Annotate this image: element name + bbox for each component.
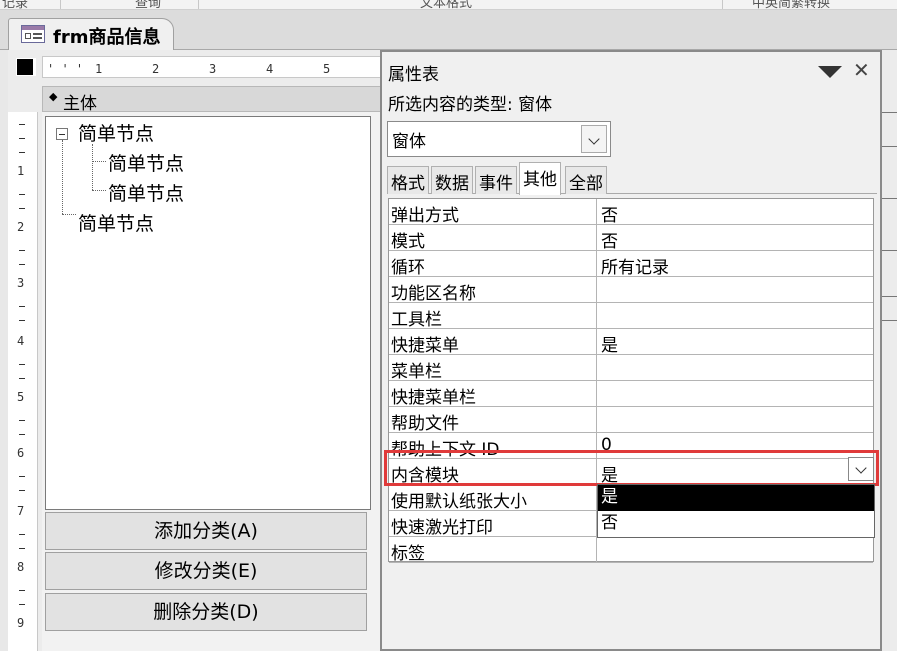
section-arrow-icon: ◆ bbox=[49, 90, 58, 103]
property-name: 工具栏 bbox=[391, 310, 442, 330]
chevron-down-icon bbox=[588, 133, 600, 145]
property-row[interactable]: 帮助文件 bbox=[389, 407, 873, 434]
add-category-button[interactable]: 添加分类(A) bbox=[45, 512, 367, 550]
form-design-surface: ' ' ' 1 2 3 4 5 ◆ 主体 1 2 3 4 5 6 7 8 9 简… bbox=[8, 50, 384, 651]
property-sheet-title: 属性表 bbox=[388, 65, 439, 85]
edit-category-button[interactable]: 修改分类(E) bbox=[45, 552, 367, 590]
ruler-tick: 4 bbox=[266, 62, 274, 76]
section-label: 主体 bbox=[63, 94, 97, 114]
close-icon[interactable]: ✕ bbox=[853, 58, 870, 82]
background-form-edge bbox=[882, 50, 897, 651]
property-name: 菜单栏 bbox=[391, 362, 442, 382]
property-tabs: 格式 数据 事件 其他 全部 bbox=[387, 162, 877, 195]
tree-node[interactable]: 简单节点 bbox=[78, 209, 154, 236]
ruler-tick: 6 bbox=[17, 446, 25, 460]
ribbon-separator bbox=[60, 0, 61, 9]
ruler-tick: 5 bbox=[17, 390, 25, 404]
ribbon-strip: 记录 查询 文本格式 中英简繁转换 bbox=[0, 0, 897, 10]
chevron-down-icon bbox=[855, 462, 867, 474]
object-select-dropdown-button[interactable] bbox=[581, 125, 607, 153]
form-selector[interactable] bbox=[16, 58, 36, 76]
document-tab-bar: frm商品信息 bbox=[0, 10, 897, 50]
tree-view-control[interactable]: 简单节点 简单节点 简单节点 简单节点 bbox=[45, 116, 371, 510]
property-row[interactable]: 快捷菜单栏 bbox=[389, 381, 873, 408]
property-value[interactable]: 否 bbox=[601, 227, 618, 252]
property-row[interactable]: 菜单栏 bbox=[389, 355, 873, 382]
object-select[interactable]: 窗体 bbox=[387, 121, 611, 157]
ruler-tick: 7 bbox=[17, 504, 25, 518]
property-value[interactable]: 所有记录 bbox=[601, 253, 669, 278]
ruler-tick: 3 bbox=[17, 276, 25, 290]
ruler-tick: 2 bbox=[17, 220, 25, 234]
tree-node[interactable]: 简单节点 bbox=[108, 179, 184, 206]
property-row[interactable]: 弹出方式 否 bbox=[389, 199, 873, 226]
property-name: 循环 bbox=[391, 258, 425, 278]
section-header-detail[interactable]: ◆ 主体 bbox=[42, 86, 382, 114]
property-name: 弹出方式 bbox=[391, 206, 459, 226]
tree-node[interactable]: 简单节点 bbox=[108, 149, 184, 176]
property-row[interactable]: 功能区名称 bbox=[389, 277, 873, 304]
property-value[interactable]: 否 bbox=[601, 201, 618, 226]
tab-format[interactable]: 格式 bbox=[387, 166, 429, 194]
has-module-dropdown-button[interactable] bbox=[848, 457, 874, 481]
property-name: 快速激光打印 bbox=[391, 518, 493, 538]
ribbon-group-label: 记录 bbox=[2, 0, 29, 10]
ribbon-separator bbox=[198, 0, 199, 9]
tab-other[interactable]: 其他 bbox=[519, 162, 561, 195]
property-name: 功能区名称 bbox=[391, 284, 476, 304]
ribbon-separator bbox=[722, 0, 723, 9]
property-sheet: 属性表 ✕ 所选内容的类型: 窗体 窗体 格式 数据 事件 其他 全部 弹出方式… bbox=[380, 50, 882, 651]
detail-section-canvas: 简单节点 简单节点 简单节点 简单节点 添加分类(A) 修改分类(E) 删除分类… bbox=[42, 112, 382, 651]
ribbon-group-label: 查询 bbox=[135, 0, 162, 10]
property-row[interactable]: 工具栏 bbox=[389, 303, 873, 330]
property-row[interactable]: 标签 bbox=[389, 537, 873, 564]
property-name: 使用默认纸张大小 bbox=[391, 492, 527, 512]
property-name: 标签 bbox=[391, 544, 425, 564]
ribbon-group-label: 文本格式 bbox=[420, 0, 473, 10]
document-tab[interactable]: frm商品信息 bbox=[8, 18, 174, 50]
property-name: 帮助文件 bbox=[391, 414, 459, 434]
property-value[interactable]: 是 bbox=[601, 331, 618, 356]
property-name: 快捷菜单 bbox=[391, 336, 459, 356]
form-icon bbox=[21, 25, 45, 43]
ruler-tick: 9 bbox=[17, 616, 25, 630]
tab-data[interactable]: 数据 bbox=[431, 166, 473, 194]
highlight-box bbox=[384, 450, 879, 486]
ruler-tick: 1 bbox=[95, 62, 103, 76]
tree-node[interactable]: 简单节点 bbox=[78, 119, 154, 146]
ruler-tick: 1 bbox=[17, 164, 25, 178]
document-tab-title: frm商品信息 bbox=[53, 27, 161, 48]
property-name: 模式 bbox=[391, 232, 425, 252]
selection-type-label: 所选内容的类型: 窗体 bbox=[388, 95, 553, 115]
ruler-tick: 4 bbox=[17, 334, 25, 348]
vertical-ruler: 1 2 3 4 5 6 7 8 9 bbox=[8, 112, 38, 651]
ribbon-group-label: 中英简繁转换 bbox=[752, 0, 831, 10]
object-select-value: 窗体 bbox=[392, 132, 426, 152]
tab-all[interactable]: 全部 bbox=[565, 166, 607, 194]
property-row[interactable]: 模式 否 bbox=[389, 225, 873, 252]
dropdown-option-yes[interactable]: 是 bbox=[598, 485, 874, 511]
ruler-tick: 3 bbox=[209, 62, 217, 76]
property-name: 快捷菜单栏 bbox=[391, 388, 476, 408]
dock-menu-icon[interactable] bbox=[818, 66, 842, 78]
property-row[interactable]: 快捷菜单 是 bbox=[389, 329, 873, 356]
property-row[interactable]: 循环 所有记录 bbox=[389, 251, 873, 278]
ruler-tick: 8 bbox=[17, 560, 25, 574]
has-module-dropdown-list: 是 否 bbox=[597, 484, 875, 538]
horizontal-ruler: ' ' ' 1 2 3 4 5 bbox=[42, 56, 382, 78]
ruler-tick: 2 bbox=[152, 62, 160, 76]
tab-event[interactable]: 事件 bbox=[475, 166, 517, 194]
delete-category-button[interactable]: 删除分类(D) bbox=[45, 593, 367, 631]
dropdown-option-no[interactable]: 否 bbox=[598, 511, 874, 537]
collapse-icon[interactable] bbox=[56, 128, 68, 140]
ruler-tick: 5 bbox=[323, 62, 331, 76]
